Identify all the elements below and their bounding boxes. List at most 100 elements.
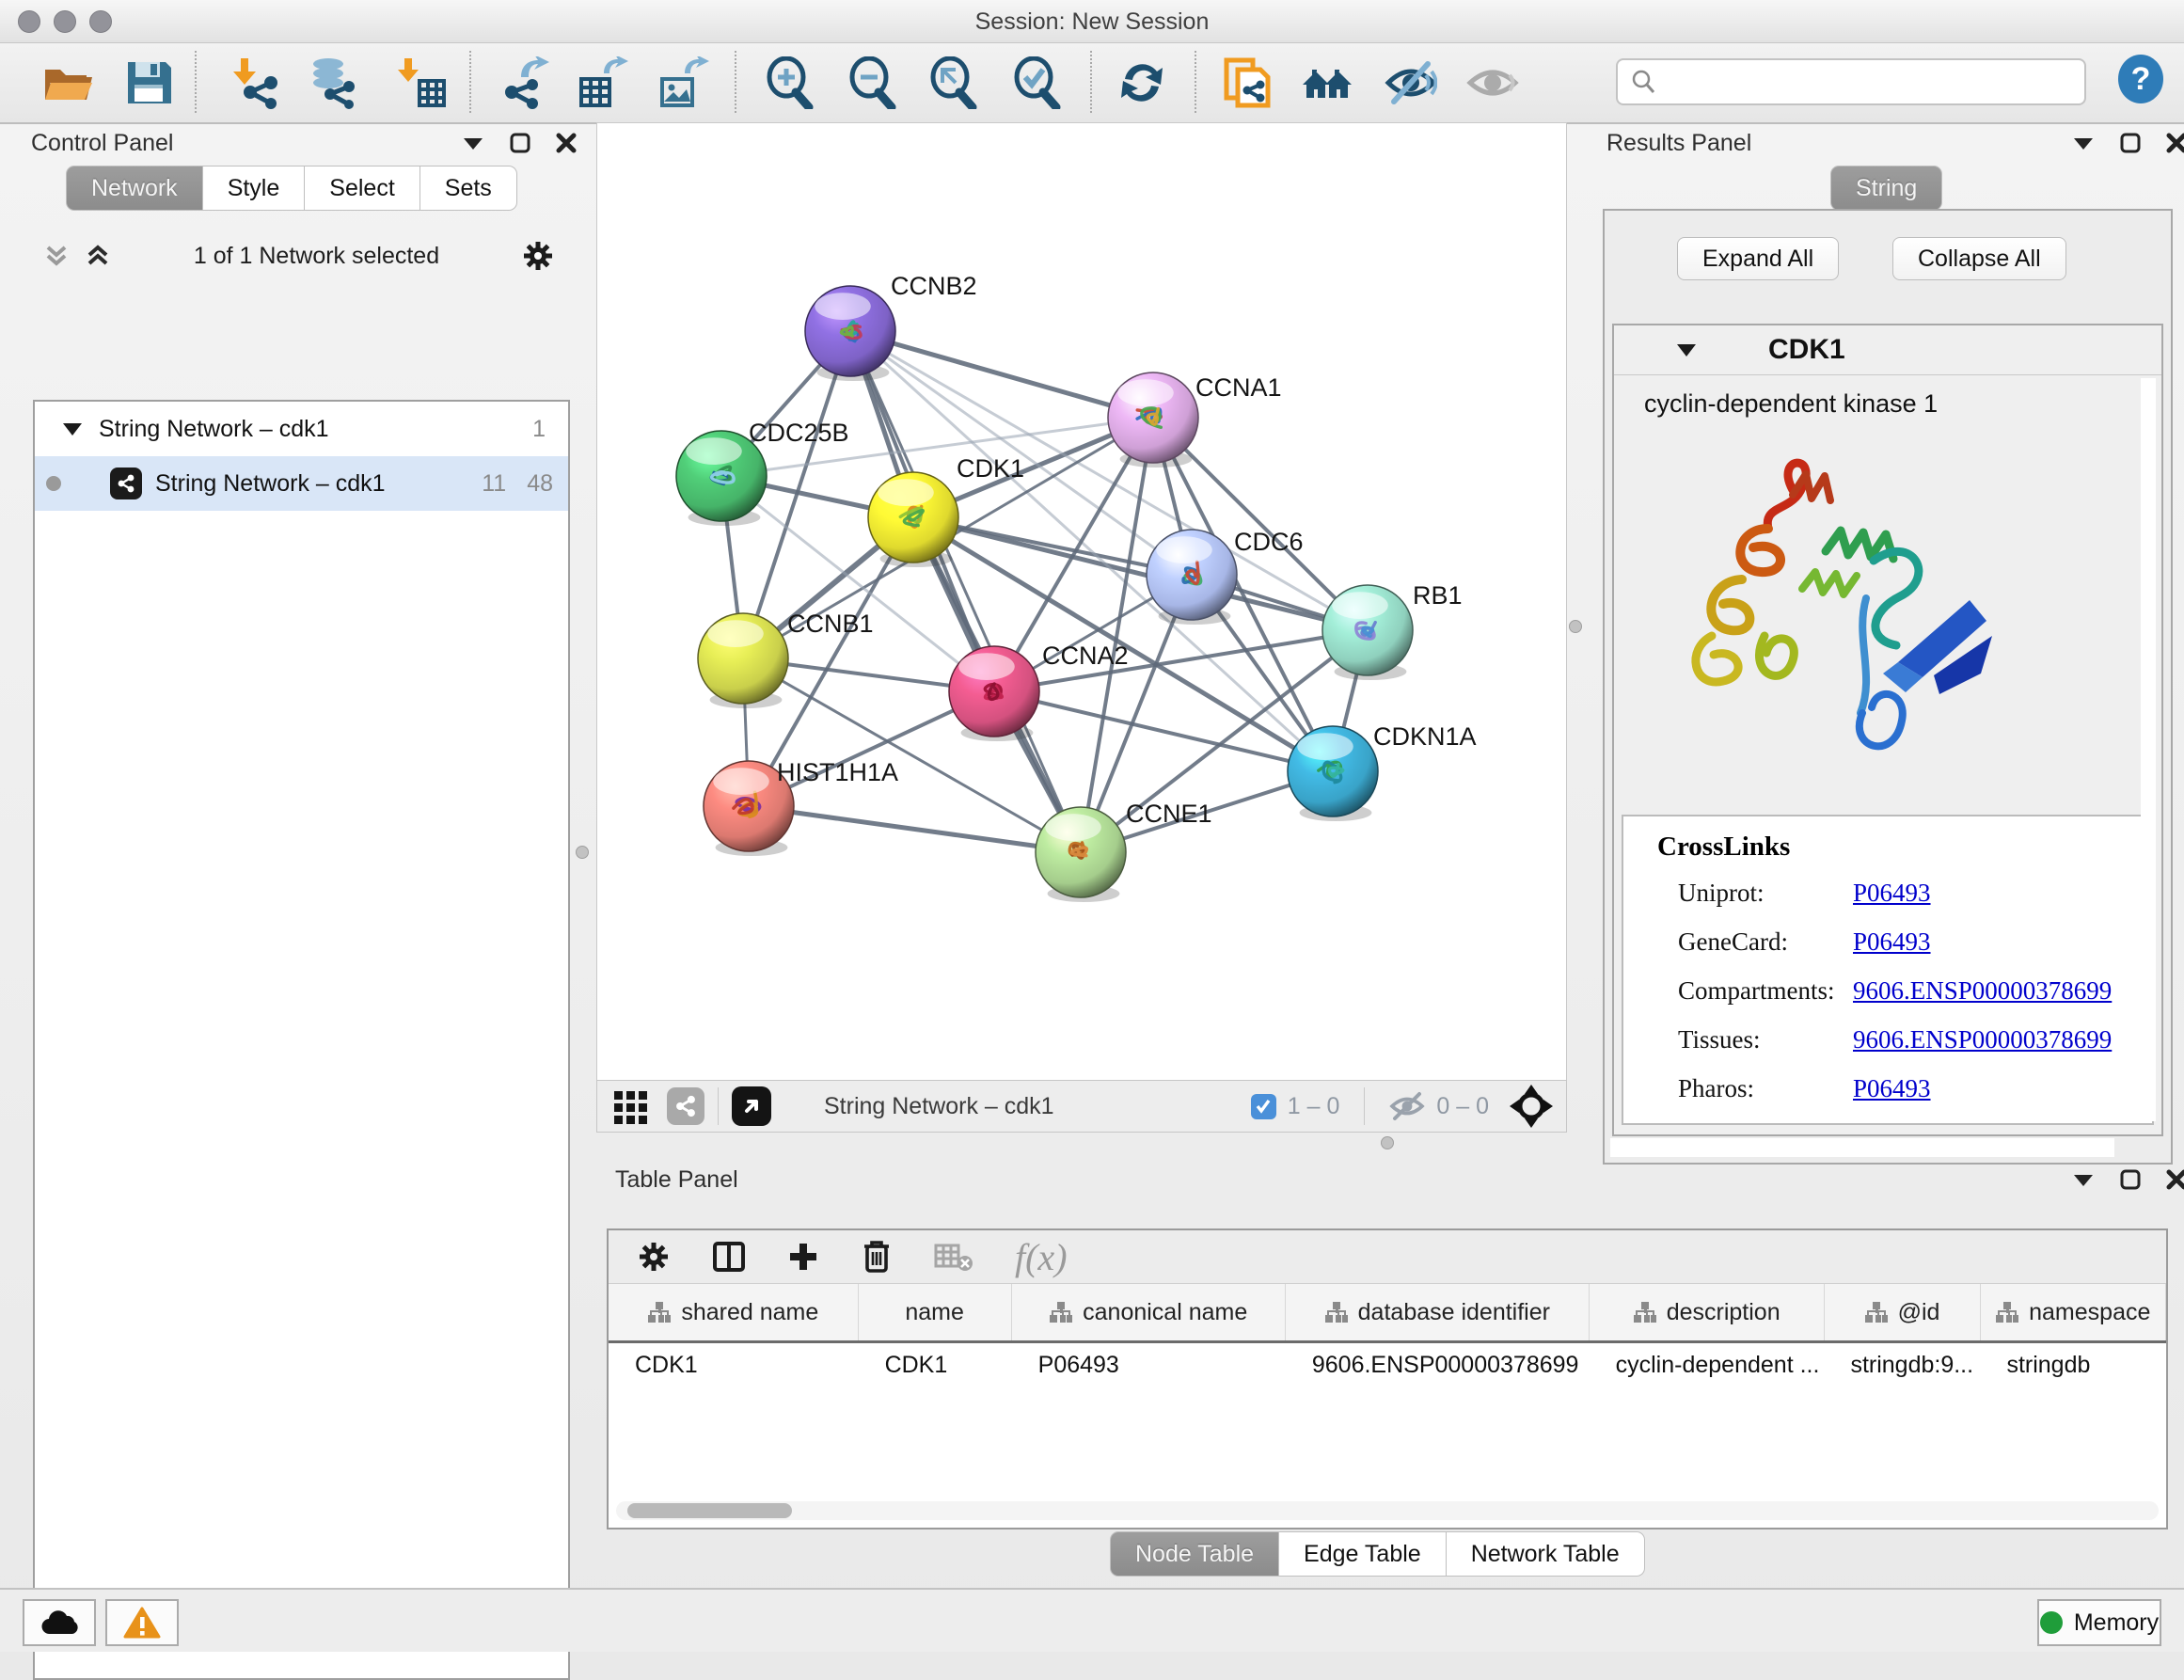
collapse-all-button[interactable]: Collapse All: [1892, 237, 2066, 280]
refresh-icon[interactable]: [1116, 56, 1168, 109]
panel-float-icon[interactable]: [461, 134, 485, 152]
right-divider-grip[interactable]: [1569, 620, 1582, 633]
selected-checkbox-icon[interactable]: [1251, 1094, 1276, 1119]
birdseye-icon[interactable]: [732, 1086, 771, 1126]
network-edge[interactable]: [749, 806, 1081, 852]
column-header-namespace[interactable]: namespace: [1981, 1284, 2167, 1340]
tab-style[interactable]: Style: [203, 166, 306, 211]
hidden-eye-icon[interactable]: [1389, 1091, 1425, 1121]
column-header-description[interactable]: description: [1590, 1284, 1825, 1340]
tree-expander-icon[interactable]: [61, 420, 84, 438]
section-expander-icon[interactable]: [1674, 340, 1699, 360]
delete-column-trash-icon[interactable]: [861, 1239, 893, 1275]
export-image-icon[interactable]: [657, 56, 709, 109]
left-divider-grip[interactable]: [576, 846, 589, 859]
show-all-eye-icon[interactable]: [1466, 56, 1519, 109]
panel-maximize-icon[interactable]: [510, 133, 530, 153]
clone-network-icon[interactable]: [1221, 56, 1274, 109]
table-body: CDK1CDK1P064939606.ENSP00000378699cyclin…: [609, 1343, 2166, 1387]
string-view-icon[interactable]: [667, 1087, 704, 1125]
grid-view-icon[interactable]: [612, 1087, 650, 1125]
table-cell: P06493: [1012, 1352, 1286, 1379]
show-columns-icon[interactable]: [712, 1240, 746, 1274]
homes-icon[interactable]: [1301, 56, 1353, 109]
network-canvas[interactable]: CCNB2CCNA1CDC25BCDK1CDC6RB1CCNB1CCNA2CDK…: [596, 122, 1567, 1082]
node-label-CDK1: CDK1: [957, 454, 1024, 483]
column-header-name[interactable]: name: [859, 1284, 1012, 1340]
panel-float-icon[interactable]: [2071, 134, 2096, 152]
crosshair-icon[interactable]: [1510, 1085, 1553, 1128]
expand-all-button[interactable]: Expand All: [1677, 237, 1839, 280]
export-network-icon[interactable]: [497, 56, 549, 109]
network-tree-root-row[interactable]: String Network – cdk1 1: [35, 402, 568, 456]
zoom-selected-icon[interactable]: [1011, 56, 1064, 109]
tab-network[interactable]: Network: [66, 166, 203, 211]
search-field[interactable]: [1616, 58, 2086, 105]
crosslink-row: Pharos:P06493: [1678, 1064, 2152, 1113]
node-label-CDKN1A: CDKN1A: [1373, 722, 1477, 751]
network-node-HIST1H1A[interactable]: HIST1H1A: [704, 758, 898, 856]
tab-select[interactable]: Select: [305, 166, 419, 211]
crosslink-link[interactable]: P06493: [1853, 879, 1931, 908]
gene-section: CDK1 cyclin-dependent kinase 1: [1612, 324, 2163, 1136]
save-session-icon[interactable]: [122, 56, 175, 109]
results-tab-string[interactable]: String: [1830, 166, 1942, 211]
table-horizontal-scrollbar[interactable]: [616, 1501, 2159, 1520]
collapse-all-icon[interactable]: [42, 242, 71, 270]
network-node-CCNB2[interactable]: CCNB2: [805, 272, 977, 381]
cloud-button[interactable]: [23, 1599, 96, 1646]
crosslink-link[interactable]: P06493: [1853, 927, 1931, 957]
results-horizontal-scrollbar[interactable]: [1610, 1138, 2114, 1157]
network-graph[interactable]: CCNB2CCNA1CDC25BCDK1CDC6RB1CCNB1CCNA2CDK…: [597, 123, 1566, 1081]
panel-maximize-icon[interactable]: [2120, 1169, 2141, 1190]
crosslink-link[interactable]: P06493: [1853, 1074, 1931, 1103]
hide-selected-eye-icon[interactable]: [1385, 56, 1437, 109]
network-node-CCNA1[interactable]: CCNA1: [1108, 372, 1282, 468]
hierarchy-icon: [1324, 1301, 1349, 1323]
zoom-in-icon[interactable]: [764, 56, 816, 109]
window-title: Session: New Session: [0, 8, 2184, 36]
crosslink-link[interactable]: 9606.ENSP00000378699: [1853, 976, 2112, 1006]
tab-edge-table[interactable]: Edge Table: [1279, 1531, 1447, 1577]
tab-network-table[interactable]: Network Table: [1447, 1531, 1645, 1577]
zoom-fit-icon[interactable]: [927, 56, 980, 109]
panel-maximize-icon[interactable]: [2120, 133, 2141, 153]
panel-close-icon[interactable]: [2165, 132, 2184, 154]
open-file-icon[interactable]: [41, 56, 94, 109]
hierarchy-icon: [1633, 1301, 1657, 1323]
tab-node-table[interactable]: Node Table: [1110, 1531, 1279, 1577]
gene-section-header[interactable]: CDK1: [1614, 325, 2161, 375]
tab-sets[interactable]: Sets: [420, 166, 517, 211]
column-header-database-identifier[interactable]: database identifier: [1286, 1284, 1590, 1340]
add-column-icon[interactable]: [787, 1241, 819, 1273]
search-input[interactable]: [1657, 68, 2084, 96]
column-header-@id[interactable]: @id: [1825, 1284, 1981, 1340]
panel-close-icon[interactable]: [555, 132, 578, 154]
memory-button[interactable]: Memory: [2037, 1599, 2161, 1646]
panel-float-icon[interactable]: [2071, 1170, 2096, 1189]
table-row[interactable]: CDK1CDK1P064939606.ENSP00000378699cyclin…: [609, 1343, 2166, 1387]
crosslink-link[interactable]: 9606.ENSP00000378699: [1853, 1025, 2112, 1054]
column-header-canonical-name[interactable]: canonical name: [1012, 1284, 1286, 1340]
panel-close-icon[interactable]: [2165, 1168, 2184, 1191]
import-network-icon[interactable]: [229, 56, 282, 109]
results-panel-body: Expand All Collapse All CDK1 cyclin-depe…: [1603, 209, 2173, 1165]
expand-all-icon[interactable]: [84, 242, 112, 270]
warning-button[interactable]: [105, 1599, 179, 1646]
zoom-out-icon[interactable]: [847, 56, 899, 109]
network-node-CCNE1[interactable]: CCNE1: [1036, 800, 1212, 902]
column-header-shared-name[interactable]: shared name: [609, 1284, 859, 1340]
table-scrollbar-thumb[interactable]: [627, 1503, 792, 1518]
horizontal-divider-grip[interactable]: [1381, 1136, 1394, 1149]
help-button[interactable]: ?: [2118, 55, 2163, 103]
table-settings-gear-icon[interactable]: [637, 1240, 671, 1274]
network-node-CDKN1A[interactable]: CDKN1A: [1288, 722, 1477, 821]
export-table-icon[interactable]: [576, 56, 628, 109]
import-database-icon[interactable]: [308, 56, 360, 109]
network-node-RB1[interactable]: RB1: [1322, 581, 1463, 680]
import-table-icon[interactable]: [395, 56, 448, 109]
network-tree-child-row[interactable]: String Network – cdk1 11 48: [35, 456, 568, 511]
column-label: canonical name: [1083, 1299, 1247, 1326]
results-vertical-scrollbar[interactable]: [2141, 378, 2156, 1121]
gear-icon[interactable]: [521, 239, 555, 273]
